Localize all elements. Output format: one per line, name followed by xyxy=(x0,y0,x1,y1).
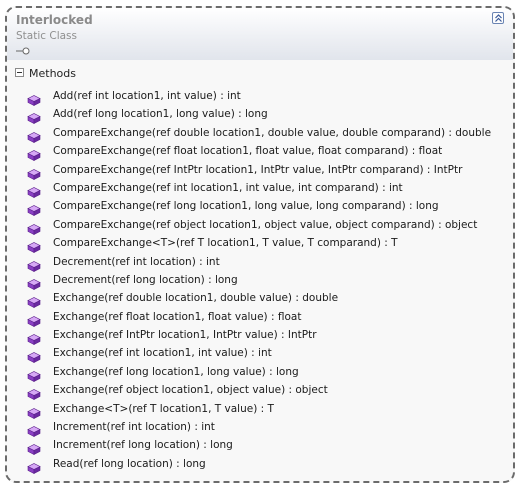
method-cube-icon xyxy=(27,385,41,401)
methods-section-header: Methods xyxy=(7,64,513,84)
method-cube-icon xyxy=(27,422,41,438)
method-signature: Decrement(ref int location) : int xyxy=(53,255,220,268)
method-cube-icon xyxy=(27,183,41,198)
method-signature: CompareExchange(ref int location1, int v… xyxy=(53,181,403,194)
method-signature: Exchange(ref int location1, int value) :… xyxy=(53,347,272,360)
method-cube-icon xyxy=(27,293,41,309)
method-signature: Exchange(ref object location1, object va… xyxy=(53,384,328,397)
lollipop-icon xyxy=(16,47,30,55)
method-cube-icon xyxy=(27,330,41,346)
method-cube-icon xyxy=(27,275,41,290)
method-signature: Increment(ref int location) : int xyxy=(53,421,215,434)
method-signature: Exchange(ref IntPtr location1, IntPtr va… xyxy=(53,329,317,342)
method-signature: CompareExchange(ref double location1, do… xyxy=(53,126,492,139)
method-cube-icon xyxy=(27,257,41,272)
method-signature: Add(ref int location1, int value) : int xyxy=(53,90,241,102)
method-cube-icon xyxy=(27,367,41,382)
method-signature: CompareExchange(ref float location1, flo… xyxy=(53,145,443,158)
method-signature: Exchange<T>(ref T location1, T value) : … xyxy=(53,402,274,415)
method-signature: CompareExchange(ref object location1, ob… xyxy=(53,218,478,231)
method-signature: Increment(ref long location) : long xyxy=(53,439,233,452)
method-signature: CompareExchange<T>(ref T location1, T va… xyxy=(53,237,398,250)
method-cube-icon xyxy=(27,165,41,180)
method-cube-icon xyxy=(27,128,41,143)
method-cube-icon xyxy=(27,238,41,254)
class-kind: Static Class xyxy=(16,30,77,42)
method-cube-icon xyxy=(27,91,41,106)
method-cube-icon xyxy=(27,440,41,456)
class-header: Interlocked Static Class xyxy=(7,8,513,60)
class-title: Interlocked xyxy=(16,13,93,27)
method-cube-icon xyxy=(27,404,41,419)
class-shape[interactable]: Interlocked Static Class Methods Add(ref… xyxy=(5,6,515,483)
method-signature: Exchange(ref double location1, double va… xyxy=(53,292,339,305)
method-cube-icon xyxy=(27,201,41,217)
method-cube-icon xyxy=(27,312,41,327)
method-cube-icon xyxy=(27,459,41,474)
method-signature: Exchange(ref float location1, float valu… xyxy=(53,310,302,323)
method-signature: Read(ref long location) : long xyxy=(53,457,206,470)
method-cube-icon xyxy=(27,220,41,235)
method-signature: CompareExchange(ref long location1, long… xyxy=(53,200,439,213)
method-signature: CompareExchange(ref IntPtr location1, In… xyxy=(53,163,463,176)
method-signature: Add(ref long location1, long value) : lo… xyxy=(53,108,268,121)
collapse-button[interactable] xyxy=(492,12,504,24)
method-signature: Decrement(ref long location) : long xyxy=(53,273,238,286)
minus-box-icon[interactable] xyxy=(15,68,24,77)
method-signature: Exchange(ref long location1, long value)… xyxy=(53,365,299,378)
method-cube-icon xyxy=(27,348,41,364)
method-cube-icon xyxy=(27,146,41,162)
double-chevron-up-icon xyxy=(495,14,502,22)
method-cube-icon xyxy=(27,109,41,125)
methods-section-label: Methods xyxy=(29,67,76,80)
